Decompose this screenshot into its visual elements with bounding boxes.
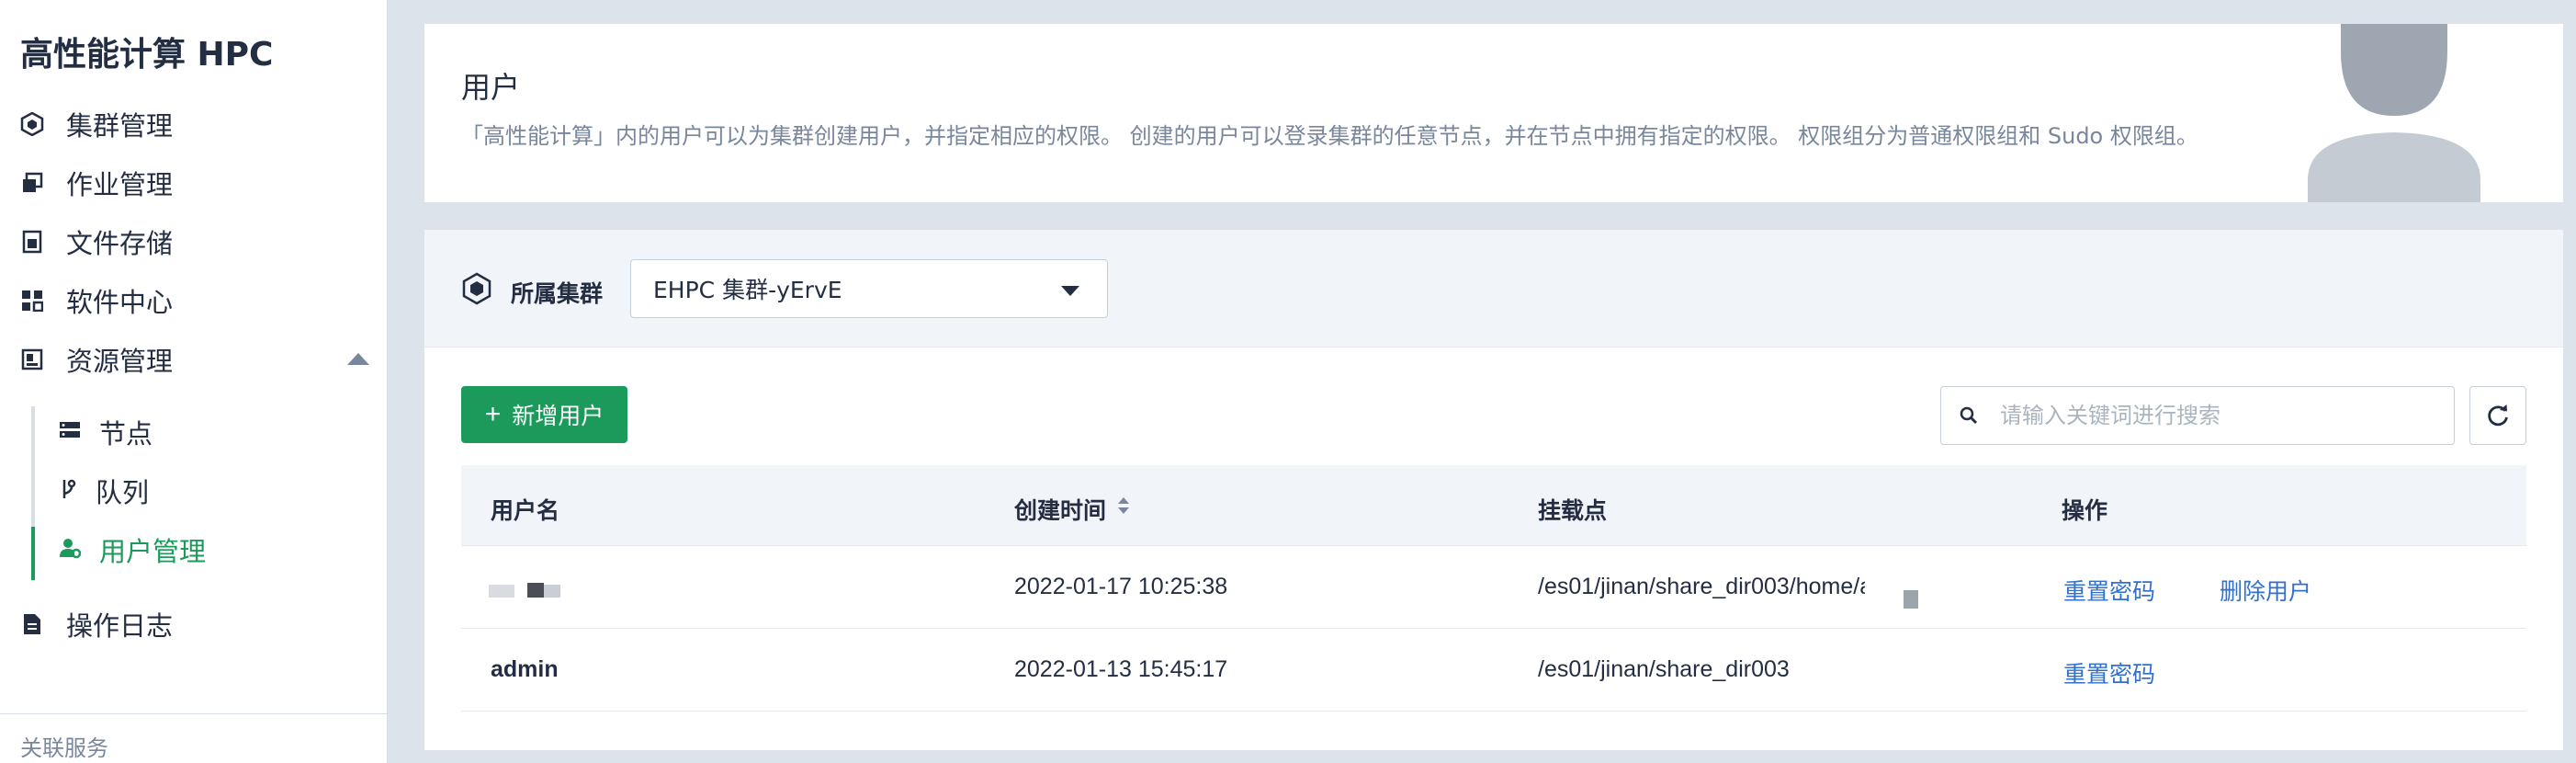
mount-point: /es01/jinan/share_dir003 xyxy=(1538,656,1790,682)
user-avatar-illustration xyxy=(2308,24,2480,202)
redacted-username xyxy=(489,585,514,598)
resource-icon xyxy=(20,347,44,371)
table-row: 2022-01-17 10:25:38 /es01/jinan/share_di… xyxy=(461,546,2526,629)
sidebar-item-jobs[interactable]: 作业管理 xyxy=(20,160,369,206)
log-icon xyxy=(20,612,44,636)
sidebar-item-label: 作业管理 xyxy=(66,169,174,200)
column-header-created[interactable]: 创建时间 xyxy=(1014,493,1106,526)
add-user-button[interactable]: + 新增用户 xyxy=(461,386,627,443)
software-grid-icon xyxy=(20,289,44,313)
sidebar-item-user-management[interactable]: 用户管理 xyxy=(59,527,362,573)
sidebar: 高性能计算 HPC 集群管理 作业管理 文件存储 软件中心 资源管理 节点 队列… xyxy=(0,0,388,763)
search-box[interactable] xyxy=(1940,386,2455,445)
caret-down-icon xyxy=(1061,286,1079,296)
sidebar-item-resource[interactable]: 资源管理 xyxy=(20,336,369,382)
column-header-actions: 操作 xyxy=(2062,497,2108,524)
username: admin xyxy=(491,656,559,682)
redacted-username xyxy=(544,585,560,598)
sidebar-item-file-storage[interactable]: 文件存储 xyxy=(20,219,369,265)
server-icon xyxy=(59,420,81,445)
sidebar-item-label: 节点 xyxy=(99,418,153,450)
sort-icon[interactable] xyxy=(1117,495,1130,516)
sidebar-item-queue[interactable]: 队列 xyxy=(59,468,362,514)
search-icon xyxy=(1941,406,1996,425)
cluster-select-value: EHPC 集群-yErvE xyxy=(653,277,842,303)
submenu-active-indicator xyxy=(31,527,35,580)
sidebar-item-nodes[interactable]: 节点 xyxy=(59,409,362,455)
refresh-icon xyxy=(2488,404,2508,427)
cluster-hexagon-icon xyxy=(462,272,491,305)
sidebar-divider xyxy=(0,713,388,714)
sidebar-item-label: 用户管理 xyxy=(99,536,207,567)
page-description: 「高性能计算」内的用户可以为集群创建用户，并指定相应的权限。 创建的用户可以登录… xyxy=(461,123,2198,149)
page-header-card: 用户 「高性能计算」内的用户可以为集群创建用户，并指定相应的权限。 创建的用户可… xyxy=(424,24,2563,202)
sidebar-item-label: 队列 xyxy=(96,477,150,508)
created-time: 2022-01-13 15:45:17 xyxy=(1014,656,1228,682)
mount-point: /es01/jinan/share_dir003/home/a xyxy=(1538,574,1865,599)
users-table: 用户名 创建时间 挂载点 操作 2022-01-17 10:25:38 /es0… xyxy=(461,465,2526,712)
search-input[interactable] xyxy=(2000,403,2432,428)
created-time: 2022-01-17 10:25:38 xyxy=(1014,574,1228,599)
reset-password-link[interactable]: 重置密码 xyxy=(2063,656,2155,689)
page-title: 用户 xyxy=(461,70,521,105)
cluster-label: 所属集群 xyxy=(511,280,604,307)
chevron-up-icon[interactable] xyxy=(347,353,369,365)
cluster-icon xyxy=(20,112,44,136)
add-user-label: 新增用户 xyxy=(512,403,604,429)
sidebar-item-label: 集群管理 xyxy=(66,110,174,142)
cluster-select[interactable]: EHPC 集群-yErvE xyxy=(630,259,1108,318)
related-services-label: 关联服务 xyxy=(20,735,108,761)
app-title: 高性能计算 HPC xyxy=(20,36,274,74)
table-header: 用户名 创建时间 挂载点 操作 xyxy=(461,465,2526,546)
sidebar-item-label: 软件中心 xyxy=(66,287,174,318)
redacted-username xyxy=(527,583,544,598)
column-header-mount: 挂载点 xyxy=(1538,497,1608,524)
plus-icon: + xyxy=(484,399,502,429)
reset-password-link[interactable]: 重置密码 xyxy=(2063,574,2155,607)
column-header-username: 用户名 xyxy=(491,497,560,524)
sidebar-item-software[interactable]: 软件中心 xyxy=(20,278,369,324)
cluster-selector-bar: 所属集群 EHPC 集群-yErvE xyxy=(424,230,2563,347)
file-storage-icon xyxy=(20,230,44,254)
sidebar-item-cluster[interactable]: 集群管理 xyxy=(20,101,369,147)
jobs-icon xyxy=(20,171,44,195)
sidebar-item-label: 文件存储 xyxy=(66,228,174,259)
truncation-marker xyxy=(1904,590,1918,609)
sidebar-item-label: 操作日志 xyxy=(66,610,174,642)
refresh-button[interactable] xyxy=(2469,386,2526,445)
delete-user-link[interactable]: 删除用户 xyxy=(2220,574,2311,607)
user-manage-icon xyxy=(59,537,82,564)
table-row: admin 2022-01-13 15:45:17 /es01/jinan/sh… xyxy=(461,629,2526,712)
queue-branch-icon xyxy=(59,478,77,505)
sidebar-item-label: 资源管理 xyxy=(66,346,174,377)
sidebar-item-operation-log[interactable]: 操作日志 xyxy=(20,601,369,647)
users-card: 所属集群 EHPC 集群-yErvE + 新增用户 用户名 创建时间 挂载点 操… xyxy=(424,230,2563,750)
